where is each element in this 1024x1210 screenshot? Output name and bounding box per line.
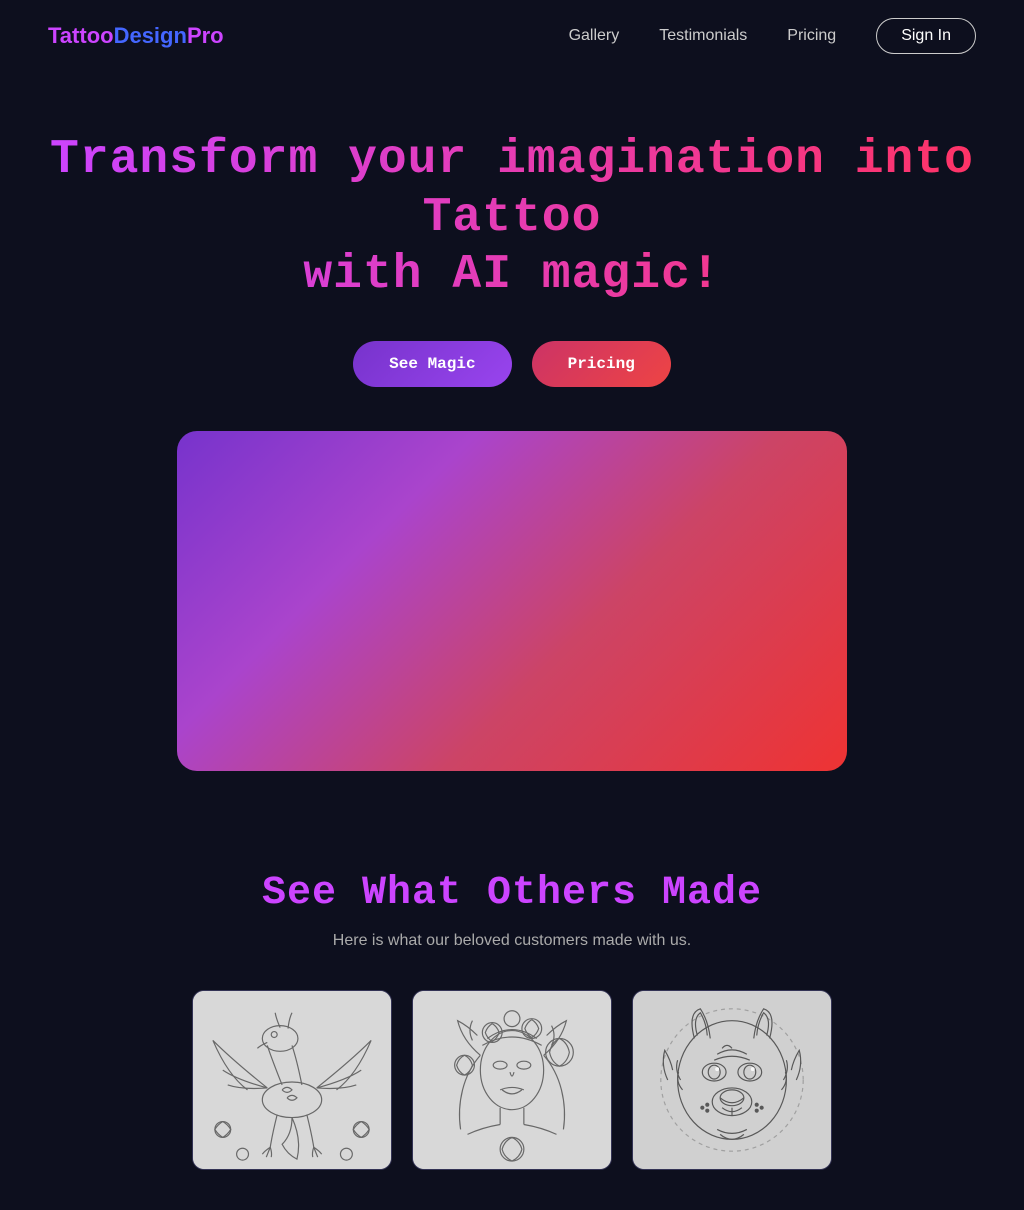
gallery-item-woman	[412, 990, 612, 1170]
navbar: TattooDesignPro Gallery Testimonials Pri…	[0, 0, 1024, 72]
logo-tattoo: Tattoo	[48, 23, 114, 48]
logo-design: Design	[114, 23, 187, 48]
pricing-button[interactable]: Pricing	[532, 341, 671, 387]
hero-title: Transform your imagination into Tattoowi…	[48, 132, 976, 305]
logo[interactable]: TattooDesignPro	[48, 23, 224, 49]
nav-pricing[interactable]: Pricing	[787, 27, 836, 45]
nav-testimonials[interactable]: Testimonials	[659, 27, 747, 45]
gallery-item-dragon	[192, 990, 392, 1170]
hero-gradient-card	[177, 431, 847, 771]
gallery-title: See What Others Made	[48, 871, 976, 916]
gallery-item-wolf	[632, 990, 832, 1170]
see-magic-button[interactable]: See Magic	[353, 341, 511, 387]
gallery-subtitle: Here is what our beloved customers made …	[48, 932, 976, 950]
gallery-section: See What Others Made Here is what our be…	[0, 811, 1024, 1210]
gallery-grid	[48, 990, 976, 1170]
hero-buttons: See Magic Pricing	[48, 341, 976, 387]
signin-button[interactable]: Sign In	[876, 18, 976, 54]
hero-section: Transform your imagination into Tattoowi…	[0, 72, 1024, 811]
logo-pro: Pro	[187, 23, 224, 48]
nav-links: Gallery Testimonials Pricing Sign In	[569, 18, 976, 54]
nav-gallery[interactable]: Gallery	[569, 27, 620, 45]
